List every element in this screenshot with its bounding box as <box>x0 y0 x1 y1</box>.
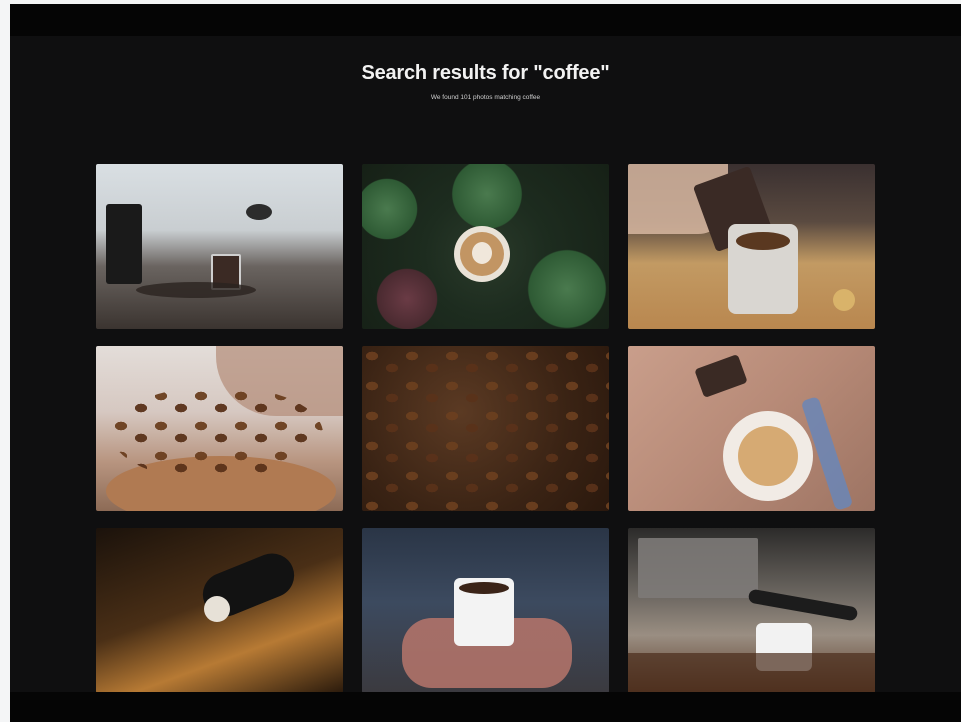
photo-tile-6[interactable] <box>628 346 875 511</box>
photo-tile-4[interactable] <box>96 346 343 511</box>
coffee-pour-over-photo <box>96 164 343 329</box>
roasted-beans-texture-photo <box>362 346 609 511</box>
pouring-coffee-photo <box>628 164 875 329</box>
photo-tile-2[interactable] <box>362 164 609 329</box>
photo-grid <box>96 164 876 693</box>
hands-holding-mug-photo <box>362 528 609 693</box>
latte-succulents-photo <box>362 164 609 329</box>
bottom-bar <box>10 692 961 722</box>
result-count: We found 101 photos matching coffee <box>430 94 541 101</box>
photo-tile-8[interactable] <box>362 528 609 693</box>
photo-tile-9[interactable] <box>628 528 875 693</box>
photo-tile-7[interactable] <box>96 528 343 693</box>
photo-tile-5[interactable] <box>362 346 609 511</box>
espresso-machine-photo <box>628 528 875 693</box>
page-title: Search results for "coffee" <box>361 62 610 84</box>
search-header: Search results for "coffee" We found 101… <box>10 62 961 101</box>
wall-light-photo <box>96 528 343 693</box>
coffee-beans-closeup-photo <box>96 346 343 511</box>
latte-on-table-photo <box>628 346 875 511</box>
photo-tile-1[interactable] <box>96 164 343 329</box>
results-page: Search results for "coffee" We found 101… <box>10 4 961 722</box>
photo-tile-3[interactable] <box>628 164 875 329</box>
top-bar <box>10 4 961 36</box>
